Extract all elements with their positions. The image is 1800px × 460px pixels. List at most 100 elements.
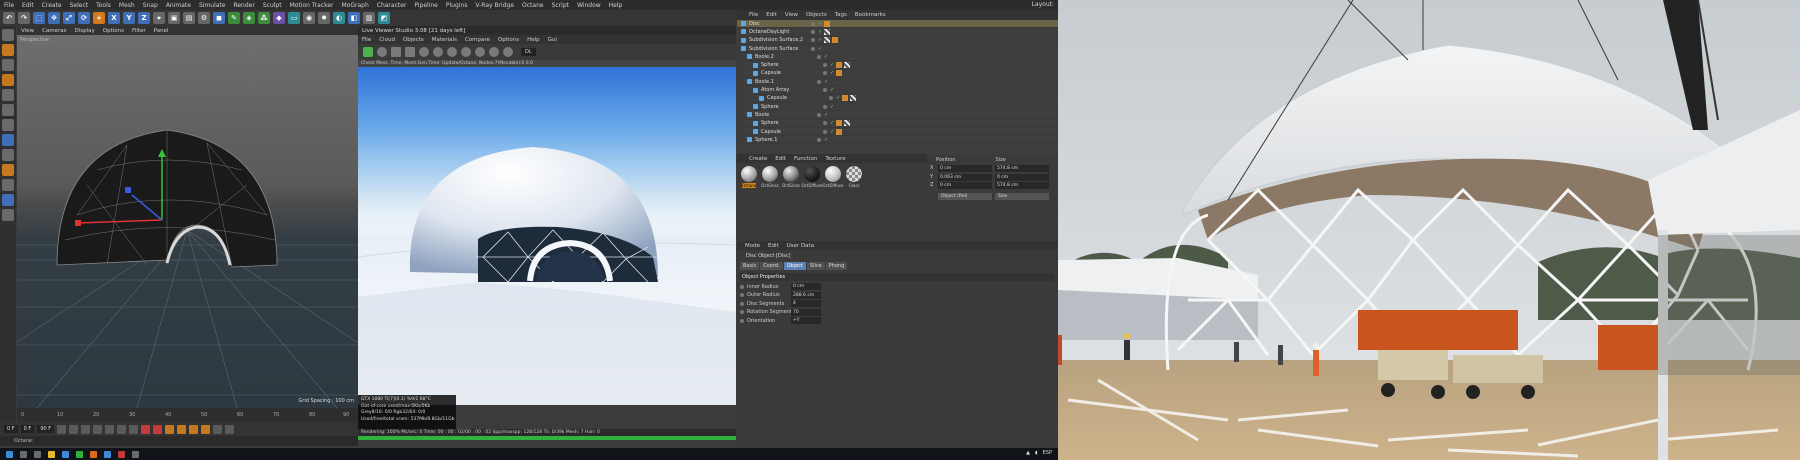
plugin-icon-2[interactable]: ▥ (363, 12, 375, 24)
lv-menu-file[interactable]: File (362, 37, 371, 43)
keyframe-dot[interactable] (740, 318, 744, 323)
go-to-start-icon[interactable] (57, 424, 67, 434)
menu-tools[interactable]: Tools (96, 2, 111, 9)
menu-simulate[interactable]: Simulate (199, 2, 226, 9)
lv-menu-gui[interactable]: Gui (548, 37, 557, 43)
menu-mesh[interactable]: Mesh (119, 2, 135, 9)
material-swatch[interactable]: Octane (740, 166, 758, 188)
rotate-tool-icon[interactable]: ⟳ (78, 12, 90, 24)
object-row[interactable]: Capsule ✓ (737, 95, 1058, 103)
object-row[interactable]: Boole.2 ✓ (737, 53, 1058, 62)
octane-tag-icon[interactable] (824, 20, 831, 27)
select-tool-icon[interactable]: ⬚ (33, 12, 45, 24)
material-swatch[interactable]: OctGloss (782, 166, 800, 188)
octane-tag-icon[interactable] (836, 62, 843, 69)
render-picture-viewer-icon[interactable]: ▤ (183, 12, 195, 24)
viewport-menu-filter[interactable]: Filter (132, 28, 146, 34)
visibility-dot[interactable] (823, 129, 827, 134)
spotify-icon[interactable] (76, 450, 83, 458)
visibility-dot[interactable] (811, 38, 815, 43)
enabled-check[interactable]: ✓ (830, 120, 834, 126)
lv-menu-cloud[interactable]: Cloud (379, 37, 395, 43)
menu-pipeline[interactable]: Pipeline (414, 2, 437, 9)
go-to-end-icon[interactable] (129, 424, 139, 434)
next-frame-icon[interactable] (105, 424, 115, 434)
current-frame-field[interactable]: 0 F (20, 425, 35, 433)
object-row[interactable]: Subdivision Surface.2 ✓ (737, 37, 1058, 45)
plugin-icon-3[interactable]: ◩ (378, 12, 390, 24)
redo-icon[interactable]: ↷ (18, 12, 30, 24)
language-indicator[interactable]: ESP (1043, 450, 1052, 456)
axis-x-button[interactable]: X (108, 12, 120, 24)
om-menu-view[interactable]: View (785, 12, 798, 18)
menu-edit[interactable]: Edit (22, 2, 34, 9)
axis-mode-icon[interactable] (2, 134, 14, 146)
material-tag-icon[interactable] (824, 37, 831, 44)
visibility-dot[interactable] (817, 54, 821, 59)
menu-mograph[interactable]: MoGraph (342, 2, 369, 9)
keyframe-selection-icon[interactable] (165, 424, 175, 434)
object-row[interactable]: OctaneDayLight ✓ (737, 28, 1058, 37)
menu-select[interactable]: Select (70, 2, 89, 9)
polygons-mode-icon[interactable] (2, 119, 14, 131)
visibility-dot[interactable] (811, 21, 815, 26)
om-menu-bookmarks[interactable]: Bookmarks (855, 12, 886, 18)
menu-create[interactable]: Create (42, 2, 62, 9)
object-row[interactable]: Capsule ✓ (737, 70, 1058, 79)
lock-resolution-icon[interactable] (419, 47, 429, 57)
visibility-dot[interactable] (817, 137, 821, 142)
rotation-segments-field[interactable]: 70 (791, 308, 821, 316)
app-icon[interactable] (90, 450, 97, 458)
network-icon[interactable]: ▲ (1026, 450, 1030, 456)
visibility-dot[interactable] (823, 121, 827, 126)
enabled-check[interactable]: ✓ (830, 87, 834, 93)
plugin-icon-1[interactable]: ◧ (348, 12, 360, 24)
menu-file[interactable]: File (4, 2, 14, 9)
om-menu-tags[interactable]: Tags (835, 12, 847, 18)
material-picker-icon[interactable] (447, 47, 457, 57)
tweak-icon[interactable] (2, 149, 14, 161)
menu-animate[interactable]: Animate (166, 2, 191, 9)
menu-script[interactable]: Script (552, 2, 569, 9)
octane-icon[interactable]: ◐ (333, 12, 345, 24)
points-mode-icon[interactable] (2, 89, 14, 101)
object-picker-icon[interactable] (461, 47, 471, 57)
material-tag-icon[interactable] (844, 62, 851, 69)
menu-character[interactable]: Character (377, 2, 407, 9)
material-swatch[interactable]: OctDiffuse (823, 166, 843, 188)
prev-key-icon[interactable] (69, 424, 79, 434)
tab-phong[interactable]: Phong (825, 262, 848, 270)
stop-icon[interactable] (405, 47, 415, 57)
om-menu-edit[interactable]: Edit (766, 12, 777, 18)
enabled-check[interactable]: ✓ (818, 37, 822, 43)
om-menu-file[interactable]: File (749, 12, 758, 18)
lv-menu-objects[interactable]: Objects (403, 37, 424, 43)
lv-menu-options[interactable]: Options (498, 37, 519, 43)
viewport-menu-cameras[interactable]: Cameras (42, 28, 66, 34)
enabled-check[interactable]: ✓ (830, 129, 834, 135)
pla-key-icon[interactable] (225, 424, 235, 434)
size-mode-dropdown[interactable]: Size (995, 192, 1049, 200)
om-menu-objects[interactable]: Objects (806, 12, 827, 18)
cinema4d-taskbar-icon[interactable] (104, 450, 111, 458)
scale-key-icon[interactable] (189, 424, 199, 434)
browser-icon[interactable] (62, 450, 69, 458)
axis-z-button[interactable]: Z (138, 12, 150, 24)
material-tag-icon[interactable] (844, 120, 851, 127)
keyframe-dot[interactable] (740, 310, 744, 314)
menu-snap[interactable]: Snap (143, 2, 158, 9)
pen-icon[interactable]: ✎ (228, 12, 240, 24)
object-row[interactable]: Boole ✓ (737, 111, 1058, 120)
light-icon[interactable]: ✹ (318, 12, 330, 24)
recorder-icon[interactable] (118, 450, 125, 458)
search-icon[interactable] (20, 450, 27, 458)
size-x-field[interactable]: 574.8 cm (995, 165, 1049, 172)
keyframe-dot[interactable] (740, 284, 744, 289)
orientation-dropdown[interactable]: +Y (791, 317, 821, 324)
visibility-dot[interactable] (823, 88, 827, 93)
layout-selector[interactable]: Layout: (1032, 1, 1054, 8)
viewport-menu-options[interactable]: Options (103, 28, 124, 34)
lv-menu-help[interactable]: Help (527, 37, 540, 43)
visibility-dot[interactable] (823, 104, 827, 109)
mm-menu-function[interactable]: Function (794, 156, 817, 162)
